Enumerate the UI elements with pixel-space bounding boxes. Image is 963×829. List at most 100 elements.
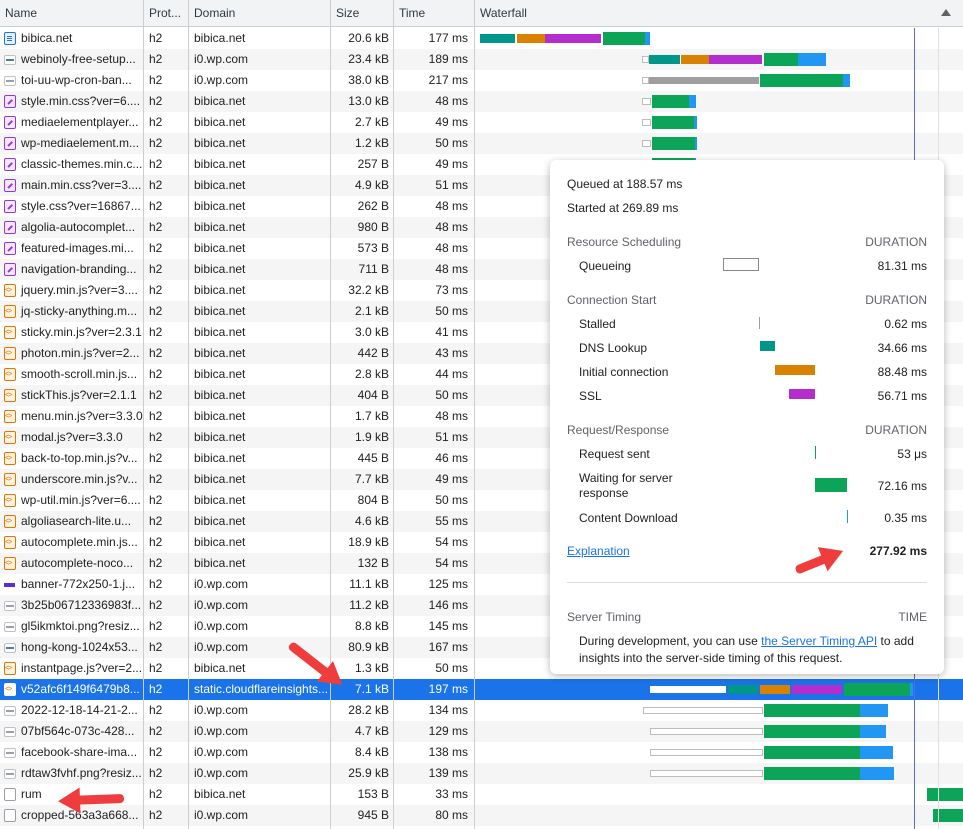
request-domain: bibica.net — [194, 304, 246, 318]
waterfall-segment — [764, 725, 860, 738]
request-name: wp-mediaelement.m... — [21, 136, 140, 150]
table-row[interactable]: facebook-share-ima... h2 i0.wp.com 8.4 kB 13… — [0, 742, 963, 763]
request-size: 1.9 kB — [354, 430, 389, 444]
column-divider[interactable] — [393, 0, 394, 829]
waterfall-segment — [798, 53, 826, 66]
request-protocol: h2 — [149, 514, 163, 528]
request-domain: i0.wp.com — [194, 724, 249, 738]
request-size: 20.6 kB — [348, 31, 389, 45]
table-row[interactable]: bibica.net h2 bibica.net 20.6 kB 177 ms — [0, 28, 963, 49]
waterfall-segment — [642, 56, 649, 63]
waterfall-segment — [910, 683, 913, 696]
table-row[interactable]: wp-mediaelement.m... h2 bibica.net 1.2 kB 50… — [0, 133, 963, 154]
request-sent-bar — [815, 446, 816, 459]
request-time: 50 ms — [435, 388, 468, 402]
request-domain: bibica.net — [194, 136, 246, 150]
explanation-link[interactable]: Explanation — [567, 544, 630, 558]
table-row[interactable]: 2022-12-18-14-21-2... h2 i0.wp.com 28.2 kB 1… — [0, 700, 963, 721]
column-divider[interactable] — [474, 0, 475, 829]
request-name: 07bf564c-073c-428... — [21, 724, 135, 738]
column-divider[interactable] — [143, 0, 144, 829]
connection-start-heading: Connection Start — [567, 293, 657, 307]
request-time: 51 ms — [435, 178, 468, 192]
column-header-protocol[interactable]: Prot... — [144, 0, 188, 27]
waterfall-cell — [475, 742, 963, 763]
request-time: 54 ms — [435, 556, 468, 570]
request-name: banner-772x250-1.j... — [21, 577, 136, 591]
column-header-domain[interactable]: Domain — [189, 0, 330, 27]
request-domain: static.cloudflareinsights... — [194, 682, 329, 696]
table-row[interactable]: rum h2 bibica.net 153 B 33 ms — [0, 784, 963, 805]
request-protocol: h2 — [149, 220, 163, 234]
request-size: 8.8 kB — [354, 619, 389, 633]
request-time: 48 ms — [435, 199, 468, 213]
initial-connection-value: 88.48 ms — [877, 365, 927, 379]
waterfall-segment — [650, 770, 763, 777]
request-time: 46 ms — [435, 451, 468, 465]
waterfall-segment — [681, 55, 709, 64]
request-time: 55 ms — [435, 514, 468, 528]
divider — [567, 582, 927, 583]
request-domain: bibica.net — [194, 31, 246, 45]
column-divider[interactable] — [330, 0, 331, 829]
column-header-time[interactable]: Time — [394, 0, 474, 27]
request-size: 11.1 kB — [349, 577, 389, 591]
request-domain: i0.wp.com — [194, 619, 249, 633]
table-row[interactable]: webinoly-free-setup... h2 i0.wp.com 23.4 kB… — [0, 49, 963, 70]
server-timing-description: During development, you can use the Serv… — [579, 633, 929, 667]
request-domain: bibica.net — [194, 241, 246, 255]
request-time: 48 ms — [435, 94, 468, 108]
server-timing-api-link[interactable]: the Server Timing API — [761, 634, 877, 648]
waterfall-segment — [517, 34, 545, 43]
request-size: 153 B — [357, 787, 389, 801]
request-protocol: h2 — [149, 346, 163, 360]
request-time: 146 ms — [428, 598, 468, 612]
request-time: 48 ms — [435, 220, 468, 234]
request-time: 80 ms — [435, 808, 468, 822]
waiting-label: Waiting for server response — [579, 471, 673, 500]
table-row[interactable]: rdtaw3fvhf.png?resiz... h2 i0.wp.com 25.9 k… — [0, 763, 963, 784]
request-protocol: h2 — [149, 535, 163, 549]
column-header-waterfall[interactable]: Waterfall — [475, 0, 963, 27]
waterfall-segment — [642, 77, 649, 84]
column-header-size[interactable]: Size — [331, 0, 393, 27]
table-row[interactable]: style.min.css?ver=6.... h2 bibica.net 13.0 … — [0, 91, 963, 112]
request-size: 38.0 kB — [348, 73, 389, 87]
request-name: photon.min.js?ver=2... — [21, 346, 140, 360]
waterfall-cell — [475, 70, 963, 91]
dns-lookup-bar — [760, 341, 775, 351]
table-row[interactable]: cropped-563a3a668... h2 i0.wp.com 945 B 80 m… — [0, 805, 963, 826]
request-time: 49 ms — [435, 157, 468, 171]
initial-connection-label: Initial connection — [579, 365, 669, 379]
request-name: wp-util.min.js?ver=6.... — [21, 493, 141, 507]
request-name: back-to-top.min.js?v... — [21, 451, 138, 465]
request-protocol: h2 — [149, 409, 163, 423]
request-time: 73 ms — [435, 283, 468, 297]
waterfall-cell — [475, 91, 963, 112]
sort-ascending-icon[interactable] — [941, 9, 951, 16]
dns-lookup-value: 34.66 ms — [877, 341, 927, 355]
request-time: 48 ms — [435, 262, 468, 276]
table-row[interactable]: toi-uu-wp-cron-ban... h2 i0.wp.com 38.0 kB 2… — [0, 70, 963, 91]
waiting-bar — [815, 478, 847, 492]
table-row[interactable]: 07bf564c-073c-428... h2 i0.wp.com 4.7 kB 129… — [0, 721, 963, 742]
request-protocol: h2 — [149, 304, 163, 318]
duration-heading: DURATION — [865, 293, 927, 307]
queued-at-text: Queued at 188.57 ms — [567, 177, 683, 191]
waterfall-segment — [709, 55, 762, 64]
table-row[interactable]: mediaelementplayer... h2 bibica.net 2.7 kB 4… — [0, 112, 963, 133]
table-row[interactable]: v52afc6f149f6479b8... h2 static.cloudflare… — [0, 679, 963, 700]
request-size: 32.2 kB — [348, 283, 389, 297]
request-time: 41 ms — [435, 325, 468, 339]
request-size: 257 B — [357, 157, 389, 171]
ssl-label: SSL — [579, 389, 602, 403]
waterfall-segment — [764, 746, 860, 759]
column-divider[interactable] — [188, 0, 189, 829]
waterfall-segment — [694, 116, 697, 129]
request-size: 404 B — [357, 388, 389, 402]
request-protocol: h2 — [149, 115, 163, 129]
request-domain: i0.wp.com — [194, 598, 249, 612]
request-size: 2.8 kB — [354, 367, 389, 381]
column-header-name[interactable]: Name — [0, 0, 143, 27]
request-size: 1.2 kB — [354, 136, 389, 150]
